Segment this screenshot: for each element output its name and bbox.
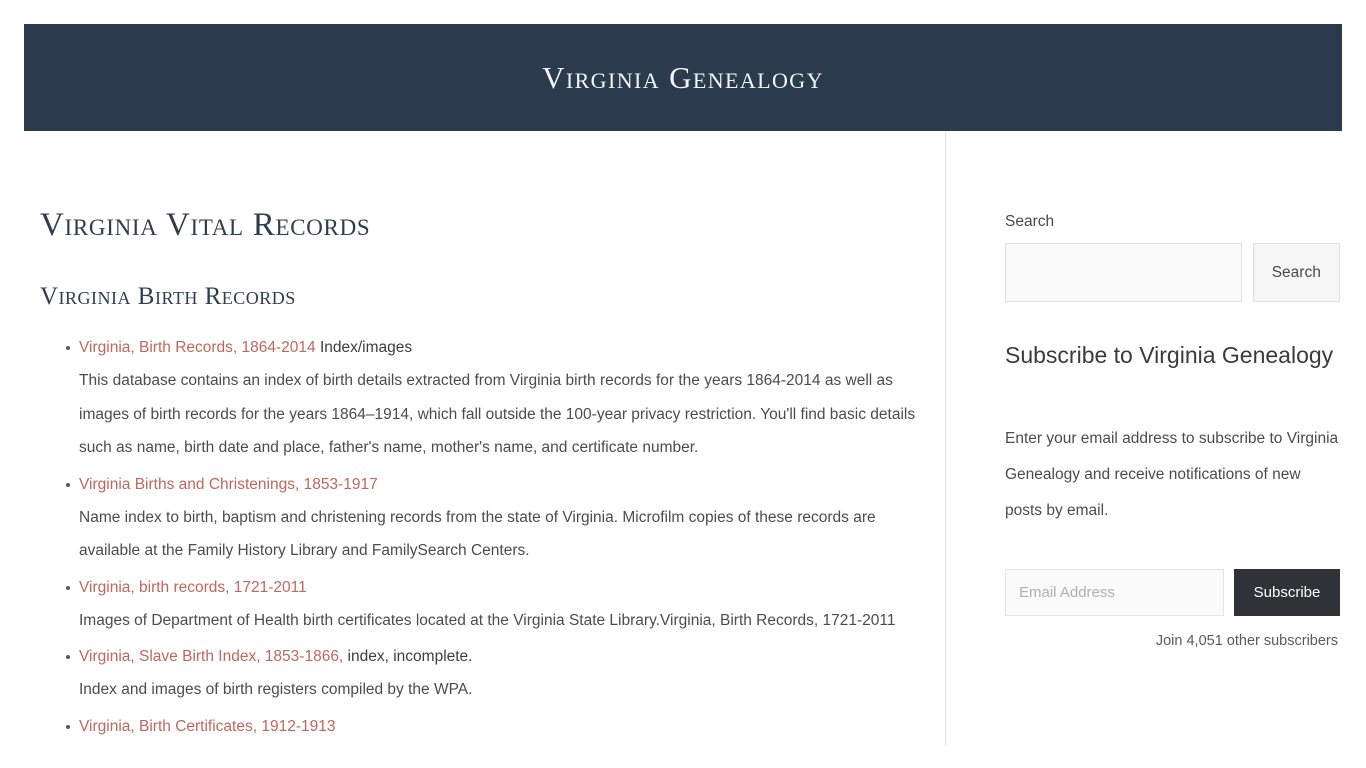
- record-description: This database contains an index of birth…: [79, 372, 916, 456]
- main-content: Virginia Vital Records Virginia Birth Re…: [24, 131, 939, 741]
- page-root: Virginia Genealogy Virginia Vital Record…: [0, 0, 1366, 768]
- record-list: Virginia, Birth Records, 1864-2014 Index…: [40, 311, 929, 741]
- record-heading: Virginia, Birth Certificates, 1912-1913: [79, 713, 929, 741]
- record-description: Index and images of birth registers comp…: [79, 681, 473, 698]
- list-item: Virginia, Birth Certificates, 1912-1913: [40, 713, 929, 741]
- subscribe-button[interactable]: Subscribe: [1234, 569, 1340, 616]
- list-item: Virginia, birth records, 1721-2011 Image…: [40, 574, 929, 644]
- record-description: Images of Department of Health birth cer…: [79, 611, 896, 629]
- list-item: Virginia, Birth Records, 1864-2014 Index…: [40, 334, 929, 471]
- record-heading: Virginia, birth records, 1721-2011: [79, 574, 929, 602]
- body-wrapper: Virginia Vital Records Virginia Birth Re…: [24, 131, 1342, 768]
- record-heading: Virginia Births and Christenings, 1853-1…: [79, 471, 929, 499]
- site-title: Virginia Genealogy: [542, 59, 824, 95]
- section-title-birth-records: Virginia Birth Records: [40, 283, 296, 310]
- search-input[interactable]: [1005, 243, 1242, 302]
- subscribe-title: Subscribe to Virginia Genealogy: [1005, 342, 1334, 368]
- search-widget: Search: [1005, 243, 1340, 302]
- site-header: Virginia Genealogy: [24, 24, 1342, 131]
- subscribe-description: Enter your email address to subscribe to…: [1005, 430, 1339, 519]
- record-trailing-text: Index/images: [315, 339, 413, 356]
- content-sidebar-divider: [945, 131, 946, 746]
- page-title: Virginia Vital Records: [40, 207, 371, 243]
- record-link[interactable]: Virginia, Birth Certificates, 1912-1913: [79, 718, 335, 735]
- record-description: Name index to birth, baptism and christe…: [79, 508, 876, 560]
- subscribe-form: Subscribe: [1005, 569, 1340, 616]
- list-item: Virginia, Slave Birth Index, 1853-1866, …: [40, 643, 929, 713]
- record-heading: Virginia, Slave Birth Index, 1853-1866, …: [79, 643, 929, 671]
- record-trailing-text: index, incomplete.: [343, 648, 473, 665]
- search-button[interactable]: Search: [1252, 243, 1340, 302]
- email-field[interactable]: [1005, 569, 1224, 616]
- sidebar: Search Search Subscribe to Virginia Gene…: [984, 131, 1342, 649]
- search-label: Search: [1005, 213, 1055, 230]
- record-link[interactable]: Virginia Births and Christenings, 1853-1…: [79, 476, 378, 493]
- record-link[interactable]: Virginia, birth records, 1721-2011: [79, 579, 307, 596]
- record-heading: Virginia, Birth Records, 1864-2014 Index…: [79, 334, 929, 362]
- list-item: Virginia Births and Christenings, 1853-1…: [40, 471, 929, 574]
- record-link[interactable]: Virginia, Birth Records, 1864-2014: [79, 339, 316, 356]
- subscriber-count: Join 4,051 other subscribers: [1155, 633, 1338, 649]
- record-link[interactable]: Virginia, Slave Birth Index, 1853-1866,: [79, 648, 343, 665]
